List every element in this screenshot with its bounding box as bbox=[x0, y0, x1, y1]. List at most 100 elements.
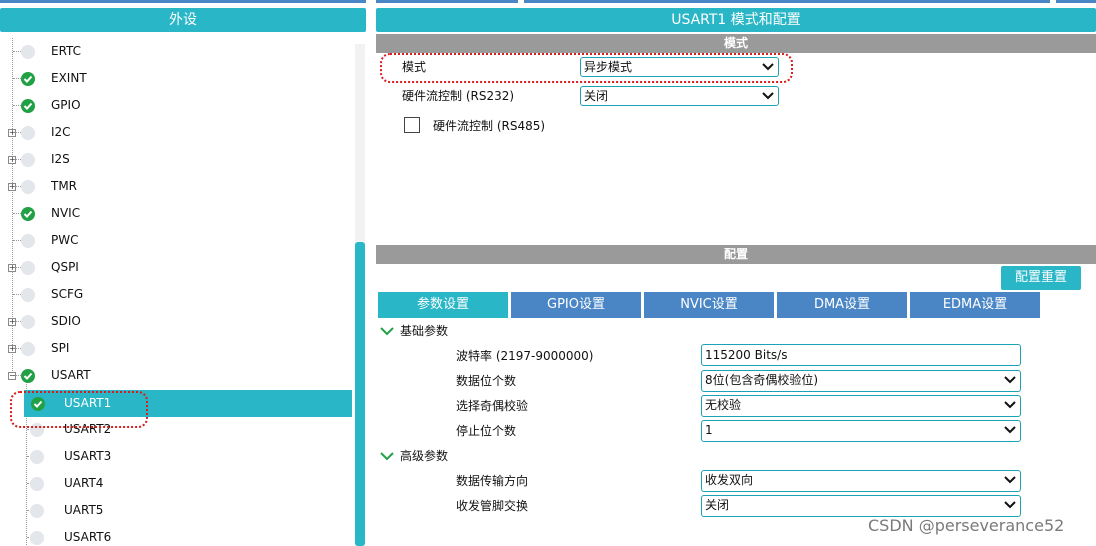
config-panel: USART1 模式和配置 模式 模式 异步模式 硬件流控制 (RS232) 关闭… bbox=[376, 8, 1096, 546]
status-dot-icon bbox=[30, 504, 44, 518]
top-strip bbox=[376, 0, 518, 3]
check-circle-icon bbox=[21, 99, 35, 113]
status-dot-icon bbox=[21, 288, 35, 302]
status-dot-icon bbox=[21, 342, 35, 356]
tree-item-pwc[interactable]: PWC bbox=[0, 227, 352, 254]
data-bits-select[interactable]: 8位(包含奇偶校验位) bbox=[701, 370, 1021, 392]
tree-item-i2c[interactable]: + I2C bbox=[0, 119, 352, 146]
status-dot-icon bbox=[21, 180, 35, 194]
direction-select[interactable]: 收发双向 bbox=[701, 470, 1021, 492]
tree-guide-line bbox=[13, 240, 21, 241]
tree-guide-line bbox=[13, 213, 21, 214]
tree-item-i2s[interactable]: + I2S bbox=[0, 146, 352, 173]
parity-select[interactable]: 无校验 bbox=[701, 395, 1021, 417]
tree-item-label: PWC bbox=[51, 233, 79, 247]
tab-2[interactable]: NVIC设置 bbox=[644, 292, 774, 318]
tree-item-label: ERTC bbox=[51, 44, 82, 58]
tree-guide-line bbox=[13, 51, 21, 52]
tree-item-label: NVIC bbox=[51, 206, 81, 220]
status-dot-icon bbox=[21, 261, 35, 275]
baud-input[interactable]: 115200 Bits/s bbox=[701, 344, 1021, 366]
chevron-down-icon bbox=[1004, 501, 1016, 509]
stop-bits-value: 1 bbox=[705, 423, 713, 437]
data-bits-label: 数据位个数 bbox=[456, 374, 517, 388]
tree-item-label: USART3 bbox=[64, 449, 112, 463]
tree-item-tmr[interactable]: + TMR bbox=[0, 173, 352, 200]
parity-label: 选择奇偶校验 bbox=[456, 399, 529, 413]
tree-item-label: TMR bbox=[51, 179, 78, 193]
tree-item-sdio[interactable]: + SDIO bbox=[0, 308, 352, 335]
swap-label: 收发管脚交换 bbox=[456, 499, 529, 513]
status-dot-icon bbox=[21, 315, 35, 329]
chevron-down-icon bbox=[1004, 376, 1016, 384]
config-section-bar: 配置 bbox=[376, 245, 1096, 264]
flow-rs232-label: 硬件流控制 (RS232) bbox=[402, 89, 515, 103]
chevron-down-icon[interactable] bbox=[380, 326, 394, 336]
tree-item-label: UART5 bbox=[64, 503, 104, 517]
tree-item-label: UART4 bbox=[64, 476, 104, 490]
tree-item-label: USART6 bbox=[64, 530, 112, 544]
check-circle-icon bbox=[21, 207, 35, 221]
collapse-icon[interactable]: − bbox=[8, 372, 16, 380]
usart1-highlight bbox=[10, 391, 148, 428]
tree-item-scfg[interactable]: SCFG bbox=[0, 281, 352, 308]
tree-item-label: USART bbox=[51, 368, 91, 382]
flow-rs232-value: 关闭 bbox=[584, 89, 609, 103]
scrollbar-thumb[interactable] bbox=[355, 242, 365, 546]
tree-item-label: SCFG bbox=[51, 287, 84, 301]
expand-icon[interactable]: + bbox=[8, 318, 16, 326]
tree-item-qspi[interactable]: + QSPI bbox=[0, 254, 352, 281]
expand-icon[interactable]: + bbox=[8, 345, 16, 353]
tab-4[interactable]: EDMA设置 bbox=[910, 292, 1040, 318]
tree-item-label: I2C bbox=[51, 125, 71, 139]
top-strip bbox=[0, 0, 366, 3]
tree-item-label: GPIO bbox=[51, 98, 81, 112]
status-dot-icon bbox=[21, 45, 35, 59]
config-reset-button[interactable]: 配置重置 bbox=[1001, 266, 1081, 290]
tree-item-label: I2S bbox=[51, 152, 70, 166]
check-circle-icon bbox=[21, 72, 35, 86]
tree-item-ertc[interactable]: ERTC bbox=[0, 38, 352, 65]
expand-icon[interactable]: + bbox=[8, 129, 16, 137]
chevron-down-icon bbox=[762, 92, 774, 100]
direction-label: 数据传输方向 bbox=[456, 474, 529, 488]
tree-item-spi[interactable]: + SPI bbox=[0, 335, 352, 362]
flow-rs232-select[interactable]: 关闭 bbox=[580, 86, 779, 106]
swap-select[interactable]: 关闭 bbox=[701, 495, 1021, 517]
mode-section-bar: 模式 bbox=[376, 34, 1096, 53]
tree-item-usart6[interactable]: USART6 bbox=[0, 524, 352, 546]
chevron-down-icon[interactable] bbox=[380, 451, 394, 461]
flow-rs485-label: 硬件流控制 (RS485) bbox=[433, 119, 546, 133]
tab-0[interactable]: 参数设置 bbox=[378, 292, 508, 318]
flow-rs485-checkbox[interactable] bbox=[404, 117, 420, 133]
expand-icon[interactable]: + bbox=[8, 156, 16, 164]
tree-item-label: SPI bbox=[51, 341, 70, 355]
peripheral-panel: 外设 ERTC EXINT GPIO + I2C + I2S + TMR NVIC PWC + QSPI… bbox=[0, 8, 366, 546]
stop-bits-select[interactable]: 1 bbox=[701, 420, 1021, 442]
expand-icon[interactable]: + bbox=[8, 183, 16, 191]
expand-icon[interactable]: + bbox=[8, 264, 16, 272]
mode-highlight bbox=[380, 53, 793, 83]
peripheral-panel-title: 外设 bbox=[0, 8, 366, 32]
data-bits-value: 8位(包含奇偶校验位) bbox=[705, 373, 818, 387]
status-dot-icon bbox=[21, 153, 35, 167]
tree-item-nvic[interactable]: NVIC bbox=[0, 200, 352, 227]
tree-item-exint[interactable]: EXINT bbox=[0, 65, 352, 92]
status-dot-icon bbox=[30, 477, 44, 491]
baud-label: 波特率 (2197-9000000) bbox=[456, 349, 594, 363]
tree-item-uart4[interactable]: UART4 bbox=[0, 470, 352, 497]
tree-item-usart3[interactable]: USART3 bbox=[0, 443, 352, 470]
tree-item-label: EXINT bbox=[51, 71, 87, 85]
tree-item-usart[interactable]: − USART bbox=[0, 362, 352, 389]
tree-guide-line bbox=[13, 78, 21, 79]
tree-item-label: SDIO bbox=[51, 314, 81, 328]
tab-3[interactable]: DMA设置 bbox=[777, 292, 907, 318]
tree-item-gpio[interactable]: GPIO bbox=[0, 92, 352, 119]
tab-1[interactable]: GPIO设置 bbox=[511, 292, 641, 318]
swap-value: 关闭 bbox=[705, 498, 730, 512]
tree-item-label: QSPI bbox=[51, 260, 79, 274]
peripheral-scrollbar[interactable] bbox=[355, 44, 365, 546]
tree-guide-line bbox=[13, 294, 21, 295]
tree-item-uart5[interactable]: UART5 bbox=[0, 497, 352, 524]
peripheral-tree: ERTC EXINT GPIO + I2C + I2S + TMR NVIC PWC + QSPI SCF… bbox=[0, 38, 352, 546]
